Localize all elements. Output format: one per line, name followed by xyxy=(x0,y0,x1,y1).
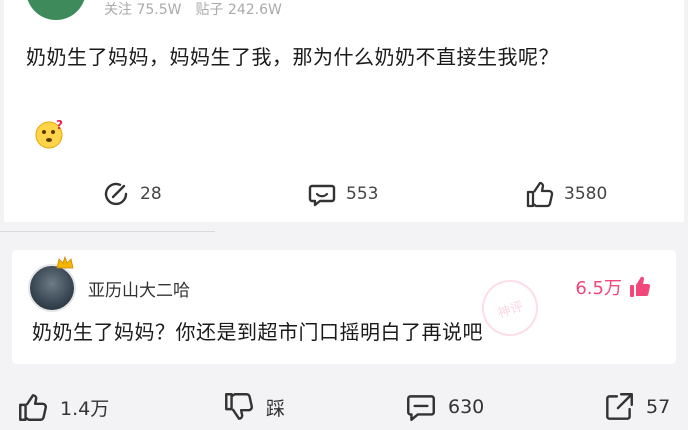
dislike-button[interactable]: 踩 xyxy=(222,390,285,424)
divider xyxy=(0,231,215,232)
like-action[interactable]: 3580 xyxy=(524,178,607,210)
crown-icon xyxy=(56,256,74,269)
post-text: 奶奶生了妈妈，妈妈生了我，那为什么奶奶不直接生我呢？ xyxy=(26,45,559,69)
thumbs-up-icon xyxy=(526,181,554,208)
thinking-face-icon: ? xyxy=(35,118,63,149)
post-card: 关注 75.5W 贴子 242.6W 奶奶生了妈妈，妈妈生了我，那为什么奶奶不直… xyxy=(4,0,684,222)
top-comment[interactable]: 亚历山大二哈 神评 6.5万 奶奶生了妈妈？你还是到超市门口摇明白了再说吧 xyxy=(12,250,676,364)
thumbs-down-icon xyxy=(225,393,253,420)
bottom-comment-button[interactable]: 630 xyxy=(404,390,484,424)
bottom-comment-count: 630 xyxy=(448,396,485,418)
comment-like-count: 6.5万 xyxy=(575,278,622,299)
hot-comment-stamp: 神评 xyxy=(474,272,546,344)
commenter-name[interactable]: 亚历山大二哈 xyxy=(88,276,190,301)
author-meta: 关注 75.5W 贴子 242.6W xyxy=(104,0,282,19)
comment-bubble-icon xyxy=(308,184,336,207)
share-icon xyxy=(606,393,633,420)
author-avatar[interactable] xyxy=(26,0,86,20)
comment-like-button[interactable]: 6.5万 xyxy=(575,274,652,300)
comment-action[interactable]: 553 xyxy=(306,178,378,210)
commenter-avatar[interactable] xyxy=(28,264,76,312)
like-count: 3580 xyxy=(564,184,608,204)
thumbs-up-icon xyxy=(19,394,47,421)
bottom-action-bar: 1.4万 踩 630 57 xyxy=(0,386,688,430)
bottom-like-button[interactable]: 1.4万 xyxy=(16,390,109,424)
share-count: 28 xyxy=(140,184,162,204)
comment-icon xyxy=(407,395,435,421)
bottom-share-count: 57 xyxy=(646,396,671,418)
comment-count: 553 xyxy=(346,184,379,204)
bottom-like-count: 1.4万 xyxy=(60,397,110,420)
dislike-label: 踩 xyxy=(266,397,286,420)
edit-share-icon xyxy=(104,182,128,206)
thumbs-up-filled-icon xyxy=(630,276,651,297)
bottom-share-button[interactable]: 57 xyxy=(602,390,670,424)
follow-count: 关注 75.5W xyxy=(104,2,182,18)
svg-text:?: ? xyxy=(56,118,63,132)
post-actions: 28 553 3580 xyxy=(4,178,684,214)
share-action[interactable]: 28 xyxy=(100,178,162,210)
post-count: 贴子 242.6W xyxy=(195,2,282,18)
comment-text: 奶奶生了妈妈？你还是到超市门口摇明白了再说吧 xyxy=(32,320,483,344)
